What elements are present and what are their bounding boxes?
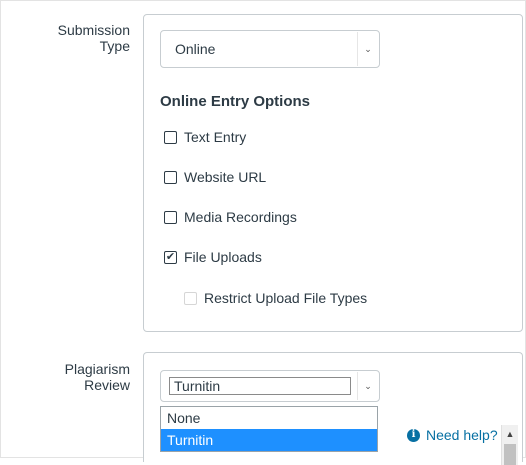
file-uploads-option[interactable]: ✔ File Uploads — [164, 249, 262, 265]
submission-type-label: Submission Type — [57, 22, 130, 54]
scroll-up-arrow-icon[interactable]: ▲ — [502, 425, 518, 442]
dropdown-option-turnitin[interactable]: Turnitin — [161, 429, 377, 451]
submission-type-value: Online — [175, 41, 216, 57]
plagiarism-review-select[interactable]: Turnitin ⌄ — [160, 370, 380, 402]
plagiarism-review-panel: Turnitin ⌄ None Turnitin i Need help? ▲ — [143, 352, 523, 465]
file-uploads-label: File Uploads — [184, 249, 262, 265]
text-entry-label: Text Entry — [184, 129, 247, 145]
website-url-label: Website URL — [184, 169, 267, 185]
plagiarism-review-label: Plagiarism Review — [64, 361, 130, 393]
assignment-settings: Submission Type Online ⌄ Online Entry Op… — [0, 0, 526, 465]
check-icon: ✔ — [165, 250, 176, 263]
chevron-down-icon: ⌄ — [357, 32, 378, 66]
dropdown-option-none[interactable]: None — [161, 407, 377, 429]
plagiarism-review-dropdown: None Turnitin — [160, 406, 378, 452]
submission-type-panel: Online ⌄ Online Entry Options Text Entry… — [143, 14, 523, 332]
chevron-down-icon: ⌄ — [357, 372, 378, 400]
media-recordings-label: Media Recordings — [184, 209, 297, 225]
need-help-link[interactable]: i Need help? — [407, 427, 498, 443]
media-recordings-checkbox[interactable] — [164, 210, 177, 224]
file-uploads-checkbox[interactable]: ✔ — [164, 250, 177, 264]
media-recordings-option[interactable]: Media Recordings — [164, 209, 297, 225]
scrollbar-thumb[interactable] — [504, 444, 516, 465]
website-url-checkbox[interactable] — [164, 170, 177, 184]
need-help-label: Need help? — [426, 427, 498, 443]
text-entry-checkbox[interactable] — [164, 130, 177, 144]
restrict-upload-file-types-option[interactable]: Restrict Upload File Types — [184, 290, 367, 306]
restrict-upload-file-types-checkbox[interactable] — [184, 291, 197, 305]
submission-type-select[interactable]: Online ⌄ — [160, 30, 380, 68]
info-icon: i — [407, 428, 420, 442]
restrict-upload-file-types-label: Restrict Upload File Types — [204, 290, 368, 306]
text-entry-option[interactable]: Text Entry — [164, 129, 246, 145]
plagiarism-review-value: Turnitin — [169, 377, 351, 395]
online-entry-options-title: Online Entry Options — [160, 93, 311, 110]
website-url-option[interactable]: Website URL — [164, 169, 266, 185]
scrollbar[interactable]: ▲ — [501, 425, 518, 465]
